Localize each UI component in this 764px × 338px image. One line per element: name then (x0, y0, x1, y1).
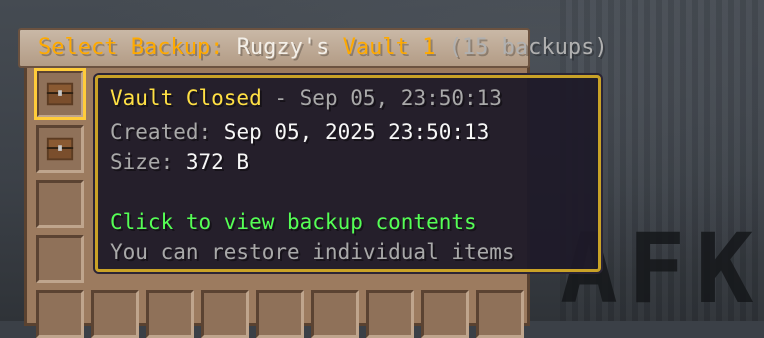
slot-empty[interactable] (476, 290, 524, 338)
restore-hint: You can restore individual items (110, 240, 515, 264)
slot-empty[interactable] (256, 290, 304, 338)
slot-empty[interactable] (36, 180, 84, 228)
slot-empty[interactable] (91, 290, 139, 338)
slot-backup-1[interactable] (34, 68, 86, 120)
page-title: Select Backup: Rugzy's Vault 1 (15 backu… (38, 32, 608, 64)
vault-status: Vault Closed (110, 86, 262, 110)
size-row: Size: 372 B (110, 148, 249, 176)
size-label: Size: (110, 150, 186, 174)
title-player: Rugzy's (236, 35, 330, 60)
slot-empty[interactable] (146, 290, 194, 338)
header-timestamp: Sep 05, 23:50:13 (299, 86, 502, 110)
chest-icon (46, 82, 74, 106)
chest-icon (46, 137, 74, 161)
slot-empty[interactable] (421, 290, 469, 338)
header-separator: - (261, 86, 300, 110)
tooltip-header: Vault Closed - Sep 05, 23:50:13 (110, 84, 502, 112)
created-value: Sep 05, 2025 23:50:13 (223, 120, 490, 144)
created-label: Created: (110, 120, 224, 144)
slot-empty[interactable] (36, 290, 84, 338)
slot-empty[interactable] (311, 290, 359, 338)
title-backup-count: (15 backups) (448, 35, 608, 60)
slot-empty[interactable] (201, 290, 249, 338)
title-vault-name: Vault 1 (342, 35, 436, 60)
slot-empty[interactable] (366, 290, 414, 338)
backup-tooltip: Vault Closed - Sep 05, 23:50:13 Created:… (95, 75, 601, 272)
created-row: Created: Sep 05, 2025 23:50:13 (110, 118, 489, 146)
title-prefix: Select Backup: (38, 35, 224, 60)
slot-backup-2[interactable] (36, 125, 84, 173)
action-hint: Click to view backup contents (110, 210, 477, 234)
slot-empty[interactable] (36, 235, 84, 283)
size-value: 372 B (185, 150, 250, 174)
